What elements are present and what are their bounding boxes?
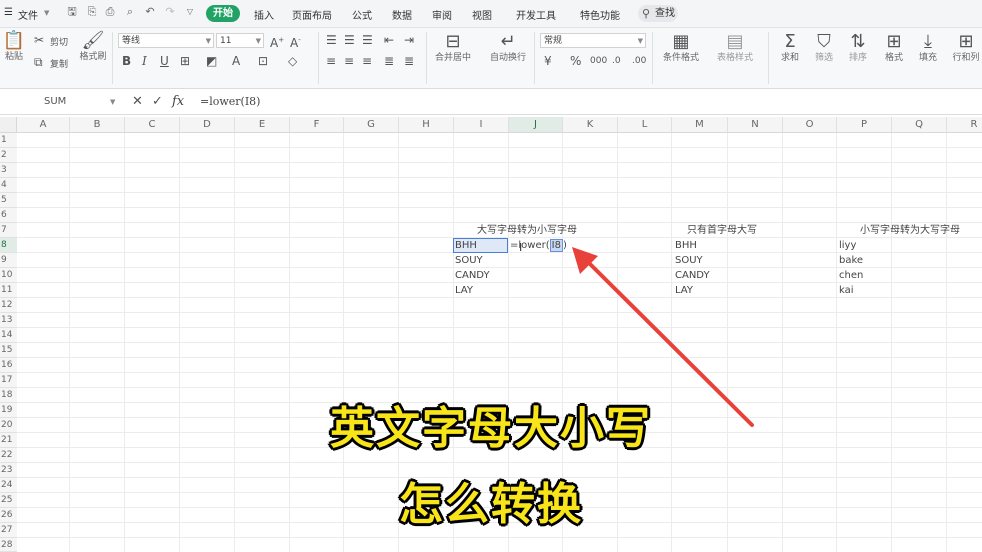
spreadsheet-app: ☰ 文件 ▼ 🖫 ⎘ ⎙ ⌕ ↶ ↷ ▽ 开始 插入 页面布局 公式 数据 审阅… [0, 0, 982, 552]
caption-line-2: 怎么转换 [399, 479, 583, 530]
caption-line-1: 英文字母大小写 [330, 403, 652, 454]
